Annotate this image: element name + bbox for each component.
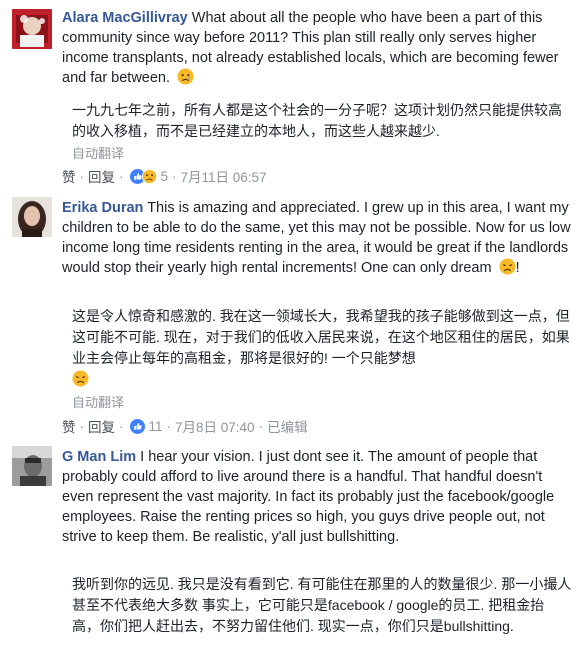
avatar[interactable] <box>12 9 52 49</box>
separator: · <box>119 418 124 434</box>
sad-face-icon <box>141 168 157 184</box>
auto-translate-label[interactable]: 自动翻译 <box>72 143 124 162</box>
comment-actions: 赞 · 回复 · 5 · 7月11日 06:57 <box>62 166 267 186</box>
separator: · <box>79 168 85 184</box>
reply-button[interactable]: 回复 <box>88 166 115 186</box>
comment-body: Alara MacGillivray What about all the pe… <box>62 8 572 91</box>
comment-actions: 赞 · 回复 · 11 · 7月8日 07:40 · 已编辑 <box>62 416 308 436</box>
comment-body: G Man Lim I hear your vision. I just don… <box>62 447 572 547</box>
sad-face-icon <box>177 68 194 91</box>
sad-face-icon <box>72 370 572 393</box>
comment-author[interactable]: Alara MacGillivray <box>62 10 188 26</box>
comment-text-suffix: ! <box>515 260 520 276</box>
comment: Alara MacGillivray What about all the pe… <box>0 0 580 190</box>
like-button[interactable]: 赞 <box>62 166 76 186</box>
separator: · <box>79 418 85 434</box>
comment: Erika Duran This is amazing and apprecia… <box>0 190 580 440</box>
comment: G Man Lim I hear your vision. I just don… <box>0 440 580 660</box>
translation-text: 我听到你的远见. 我只是没有看到它. 有可能住在那里的人的数量很少. 那一小撮人… <box>72 576 572 634</box>
avatar[interactable] <box>12 446 52 486</box>
reaction-count[interactable]: 5 <box>161 169 169 184</box>
separator: · <box>119 168 124 184</box>
edited-label[interactable]: 已编辑 <box>267 416 308 436</box>
separator: · <box>166 418 172 434</box>
translation-text: 这是令人惊奇和感激的. 我在这一领域长大，我希望我的孩子能够做到这一点，但这可能… <box>72 306 572 393</box>
reactions[interactable] <box>129 168 157 184</box>
timestamp[interactable]: 7月8日 07:40 <box>175 416 255 436</box>
sad-face-icon <box>499 258 516 281</box>
avatar[interactable] <box>12 197 52 237</box>
reaction-count[interactable]: 11 <box>149 419 163 434</box>
reply-button[interactable]: 回复 <box>88 416 115 436</box>
separator: · <box>172 168 177 184</box>
like-icon <box>129 418 145 434</box>
separator: · <box>258 418 264 434</box>
translation-body: 这是令人惊奇和感激的. 我在这一领域长大，我希望我的孩子能够做到这一点，但这可能… <box>72 308 570 366</box>
comment-author[interactable]: G Man Lim <box>62 449 136 465</box>
like-button[interactable]: 赞 <box>62 416 76 436</box>
translation-text: 一九九七年之前，所有人都是这个社会的一分子呢？这项计划仍然只能提供较高的收入移植… <box>72 102 562 139</box>
avatar-image <box>12 9 52 49</box>
timestamp[interactable]: 7月11日 06:57 <box>181 166 267 186</box>
reactions[interactable] <box>129 418 145 434</box>
comment-text: I hear your vision. I just dont see it. … <box>62 449 555 545</box>
avatar-image <box>12 197 52 237</box>
comment-body: Erika Duran This is amazing and apprecia… <box>62 198 572 281</box>
auto-translate-label[interactable]: 自动翻译 <box>72 392 124 411</box>
avatar-image <box>12 446 52 486</box>
comment-author[interactable]: Erika Duran <box>62 200 143 216</box>
